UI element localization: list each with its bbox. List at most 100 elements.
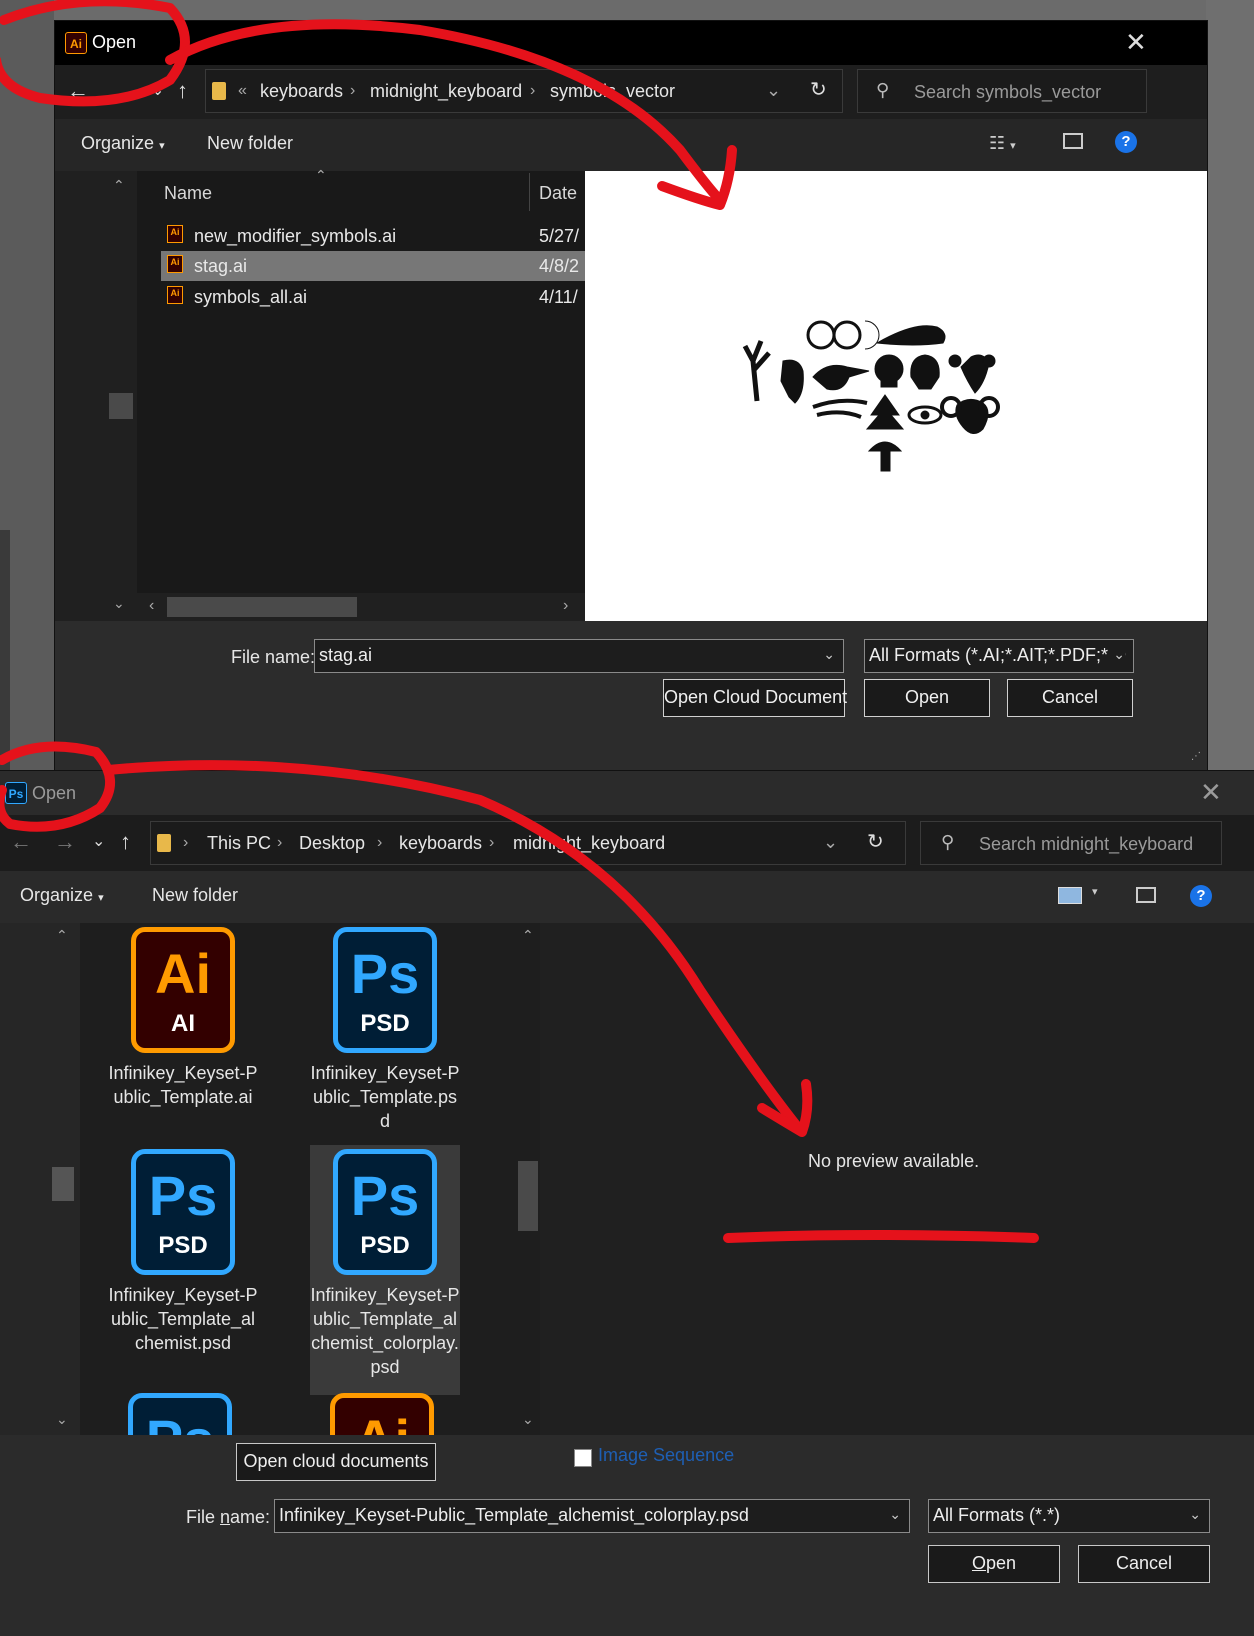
file-name-input[interactable]: Infinikey_Keyset-Public_Template_alchemi…: [274, 1499, 910, 1533]
file-tile[interactable]: Ai AI Infinikey_Keyset-Public_Template.a…: [108, 927, 258, 1109]
photoshop-app-icon: Ps: [5, 782, 27, 804]
chevron-right-icon: ›: [183, 834, 189, 851]
scrollbar-thumb[interactable]: [52, 1167, 74, 1201]
open-button[interactable]: Open: [928, 1545, 1060, 1583]
organize-menu[interactable]: Organize ▾: [81, 133, 165, 154]
breadcrumb-midnight-keyboard[interactable]: midnight_keyboard: [370, 81, 522, 102]
illustrator-open-dialog: Ai Open ✕ ← ⌄ ↑ « keyboards › midnight_k…: [54, 20, 1208, 772]
up-arrow-icon[interactable]: ↑: [120, 829, 131, 855]
recent-locations-icon[interactable]: ⌄: [151, 80, 164, 100]
preview-pane-icon[interactable]: [1063, 133, 1083, 149]
vertical-scrollbar[interactable]: ⌃ ⌄: [516, 923, 540, 1435]
chevron-down-icon[interactable]: ⌄: [1189, 1506, 1201, 1523]
icon-mark: Ps: [350, 942, 420, 1005]
scrollbar-thumb[interactable]: [167, 597, 357, 617]
preview-pane-icon[interactable]: [1136, 887, 1156, 903]
recent-locations-icon[interactable]: ⌄: [92, 831, 105, 851]
file-format-select[interactable]: All Formats (*.*) ⌄: [928, 1499, 1210, 1533]
illustrator-file-icon: Ai: [167, 286, 183, 304]
chevron-down-icon[interactable]: ⌄: [823, 832, 838, 853]
image-sequence-checkbox[interactable]: [574, 1449, 592, 1467]
search-box[interactable]: ⚲ Search midnight_keyboard: [920, 821, 1222, 865]
file-tile[interactable]: Ps PSD Infinikey_Keyset-Public_Template_…: [108, 1149, 258, 1355]
address-bar[interactable]: « keyboards › midnight_keyboard › symbol…: [205, 69, 843, 113]
photoshop-file-icon: Ps PSD: [131, 1149, 235, 1275]
breadcrumb-this-pc[interactable]: This PC: [207, 833, 271, 854]
view-options-icon[interactable]: ☷ ▾: [989, 133, 1016, 154]
caret-down-icon[interactable]: ▾: [1092, 885, 1098, 898]
file-row[interactable]: Ai symbols_all.ai 4/11/: [161, 282, 585, 312]
scroll-down-icon[interactable]: ⌄: [113, 595, 125, 612]
scroll-left-icon[interactable]: ‹: [149, 597, 154, 615]
cancel-button[interactable]: Cancel: [1007, 679, 1133, 717]
title-bar: Ps Open ✕: [0, 771, 1254, 815]
file-row[interactable]: Ai new_modifier_symbols.ai 5/27/: [161, 221, 585, 251]
open-button[interactable]: Open: [864, 679, 990, 717]
new-folder-button[interactable]: New folder: [207, 133, 293, 154]
chevron-down-icon[interactable]: ⌄: [766, 80, 781, 101]
change-view-icon[interactable]: [1058, 887, 1082, 904]
close-icon[interactable]: ✕: [1125, 29, 1147, 55]
forward-icon[interactable]: →: [54, 829, 76, 855]
preview-pane: [585, 171, 1207, 621]
help-icon[interactable]: ?: [1190, 885, 1212, 907]
scroll-down-icon[interactable]: ⌄: [56, 1411, 68, 1428]
file-tile-selected[interactable]: Ps PSD Infinikey_Keyset-Public_Template_…: [310, 1145, 460, 1395]
up-arrow-icon[interactable]: ↑: [177, 78, 188, 104]
file-tile[interactable]: Ps PSD Infinikey_Keyset-Public_Template.…: [310, 927, 460, 1133]
chevron-down-icon[interactable]: ⌄: [889, 1506, 901, 1523]
illustrator-file-icon[interactable]: Ai: [330, 1393, 434, 1435]
cancel-button[interactable]: Cancel: [1078, 1545, 1210, 1583]
refresh-icon[interactable]: ↻: [810, 77, 827, 102]
search-box[interactable]: ⚲ Search symbols_vector: [857, 69, 1147, 113]
file-name: stag.ai: [194, 256, 248, 276]
breadcrumb-keyboards[interactable]: keyboards: [399, 833, 482, 854]
chevron-down-icon[interactable]: ⌄: [1109, 646, 1125, 663]
resize-grip-icon[interactable]: ⋰: [1191, 751, 1201, 762]
navigation-pane[interactable]: ⌃ ⌄: [55, 171, 138, 621]
help-icon[interactable]: ?: [1115, 131, 1137, 153]
photoshop-file-icon[interactable]: Ps: [128, 1393, 232, 1435]
scrollbar-thumb[interactable]: [109, 393, 133, 419]
dialog-footer: Open cloud documents Image Sequence File…: [0, 1435, 1254, 1636]
scroll-down-icon[interactable]: ⌄: [522, 1411, 534, 1428]
file-format-select[interactable]: All Formats (*.AI;*.AIT;*.PDF;*.D ⌄: [864, 639, 1134, 673]
column-header-date[interactable]: Date: [539, 183, 577, 204]
close-icon[interactable]: ✕: [1200, 779, 1222, 805]
back-icon[interactable]: ←: [10, 829, 32, 855]
scroll-up-icon[interactable]: ⌃: [522, 927, 534, 944]
open-cloud-documents-button[interactable]: Open cloud documents: [236, 1443, 436, 1481]
caret-down-icon: ▾: [98, 892, 104, 904]
back-icon[interactable]: ←: [67, 78, 89, 104]
chevron-right-icon: ›: [277, 834, 283, 851]
folder-icon: [212, 82, 226, 100]
breadcrumb-desktop[interactable]: Desktop: [299, 833, 365, 854]
scrollbar-thumb[interactable]: [518, 1161, 538, 1231]
breadcrumb-midnight-keyboard[interactable]: midnight_keyboard: [513, 833, 665, 854]
column-header-name[interactable]: Name: [164, 183, 212, 204]
command-bar: Organize ▾ New folder ▾ ?: [0, 871, 1254, 923]
address-bar[interactable]: › This PC › Desktop › keyboards › midnig…: [150, 821, 906, 865]
scroll-right-icon[interactable]: ›: [563, 597, 568, 615]
icon-mark: Ai: [155, 942, 211, 1005]
file-row-selected[interactable]: Ai stag.ai 4/8/2: [161, 251, 585, 281]
open-cloud-document-button[interactable]: Open Cloud Document: [663, 679, 847, 717]
organize-menu[interactable]: Organize ▾: [20, 885, 104, 906]
breadcrumb-keyboards[interactable]: keyboards: [260, 81, 343, 102]
illustrator-app-icon: Ai: [65, 32, 87, 54]
new-folder-button[interactable]: New folder: [152, 885, 238, 906]
chevron-down-icon[interactable]: ⌄: [823, 646, 835, 663]
breadcrumb-symbols-vector[interactable]: symbols_vector: [550, 81, 675, 102]
navigation-pane[interactable]: ⌃ ⌄: [0, 923, 80, 1435]
refresh-icon[interactable]: ↻: [867, 829, 884, 854]
scroll-up-icon[interactable]: ⌃: [56, 927, 68, 944]
organize-label: Organize: [81, 133, 155, 153]
chevron-right-icon: ›: [350, 82, 356, 99]
scroll-up-icon[interactable]: ⌃: [113, 177, 125, 194]
file-name-input[interactable]: stag.ai ⌄: [314, 639, 844, 673]
file-name-value: Infinikey_Keyset-Public_Template_alchemi…: [279, 1505, 749, 1525]
breadcrumb-overflow[interactable]: «: [238, 82, 247, 100]
horizontal-scrollbar[interactable]: ‹ ›: [137, 593, 585, 621]
file-name: Infinikey_Keyset-Public_Template_alchemi…: [310, 1285, 460, 1377]
image-sequence-label[interactable]: Image Sequence: [598, 1445, 734, 1466]
